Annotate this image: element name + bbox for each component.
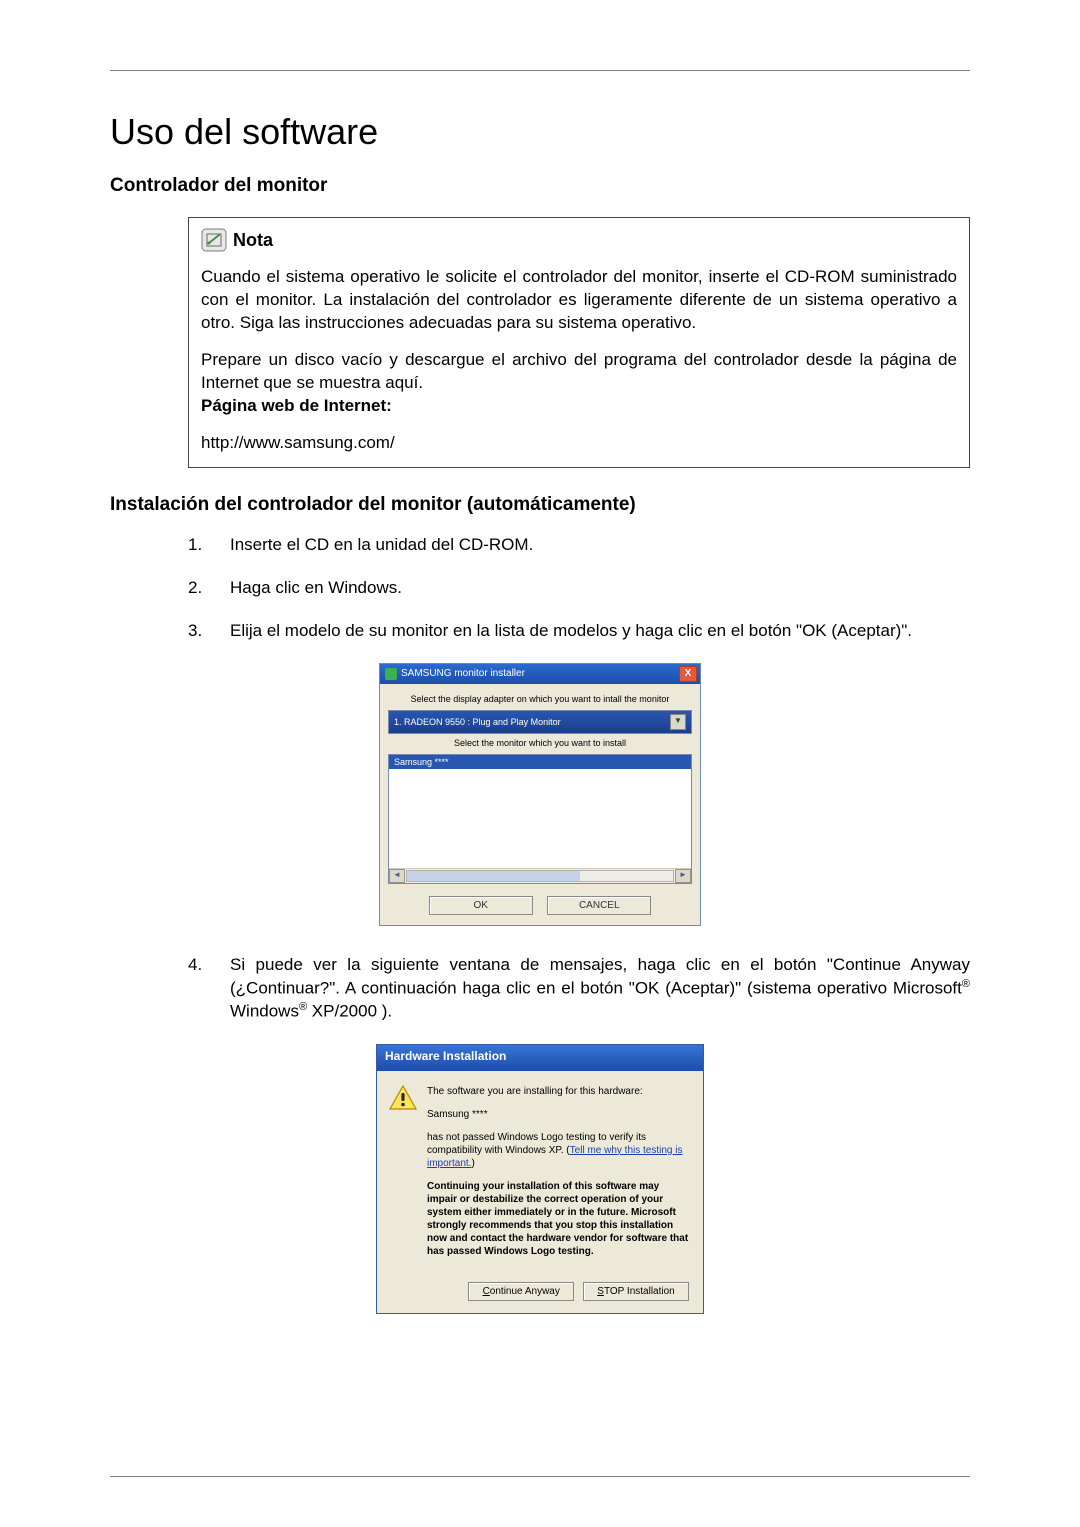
hw-line-2: has not passed Windows Logo testing to v… (427, 1131, 689, 1170)
installer-titlebar: SAMSUNG monitor installer X (380, 664, 700, 684)
bottom-separator (110, 1476, 970, 1477)
continue-anyway-button[interactable]: Continue Anyway (468, 1282, 574, 1301)
step-number: 2. (188, 577, 210, 600)
horizontal-scrollbar[interactable]: ◄ ► (389, 868, 691, 883)
top-separator (110, 70, 970, 71)
step-text-4: Si puede ver la siguiente ventana de men… (230, 954, 970, 1024)
scroll-left-icon[interactable]: ◄ (389, 869, 405, 883)
note-box: Nota Cuando el sistema operativo le soli… (188, 217, 970, 468)
stop-installation-button[interactable]: STOP Installation (583, 1282, 689, 1301)
installer-instruction-2: Select the monitor which you want to ins… (388, 738, 692, 748)
monitor-listbox[interactable]: Samsung **** ◄ ► (388, 754, 692, 884)
hw-device: Samsung **** (427, 1108, 689, 1121)
note-web-label: Página web de Internet: (201, 396, 392, 415)
chevron-down-icon[interactable]: ▼ (670, 714, 686, 730)
hw-warning-paragraph: Continuing your installation of this sof… (427, 1180, 689, 1258)
note-paragraph-2: Prepare un disco vacío y descargue el ar… (201, 349, 957, 418)
page-title: Uso del software (110, 111, 970, 153)
section-heading-controlador: Controlador del monitor (110, 175, 970, 197)
installer-app-icon (385, 668, 397, 680)
scroll-right-icon[interactable]: ► (675, 869, 691, 883)
installer-instruction-1: Select the display adapter on which you … (388, 694, 692, 704)
installer-title: SAMSUNG monitor installer (401, 668, 679, 679)
close-icon[interactable]: X (679, 666, 697, 682)
installer-dialog: SAMSUNG monitor installer X Select the d… (379, 663, 701, 926)
monitor-list-item-selected[interactable]: Samsung **** (389, 755, 691, 769)
hw-line-1: The software you are installing for this… (427, 1085, 689, 1098)
step-text-3: Elija el modelo de su monitor en la list… (230, 620, 912, 643)
section-heading-instalacion: Instalación del controlador del monitor … (110, 494, 970, 516)
hw-dialog-title: Hardware Installation (377, 1045, 703, 1071)
note-paragraph-1: Cuando el sistema operativo le solicite … (201, 266, 957, 335)
hardware-installation-dialog: Hardware Installation The software you a… (376, 1044, 704, 1314)
note-label: Nota (233, 228, 273, 252)
scroll-track[interactable] (406, 870, 674, 882)
note-icon (201, 228, 227, 252)
step-text-2: Haga clic en Windows. (230, 577, 402, 600)
step-number: 1. (188, 534, 210, 557)
step-text-1: Inserte el CD en la unidad del CD-ROM. (230, 534, 533, 557)
cancel-button[interactable]: CANCEL (547, 896, 651, 915)
adapter-dropdown[interactable]: 1. RADEON 9550 : Plug and Play Monitor ▼ (388, 710, 692, 734)
warning-icon (389, 1085, 417, 1111)
step-number: 4. (188, 954, 210, 1024)
note-url: http://www.samsung.com/ (201, 433, 395, 452)
adapter-dropdown-label: 1. RADEON 9550 : Plug and Play Monitor (394, 717, 670, 727)
ok-button[interactable]: OK (429, 896, 533, 915)
step-number: 3. (188, 620, 210, 643)
